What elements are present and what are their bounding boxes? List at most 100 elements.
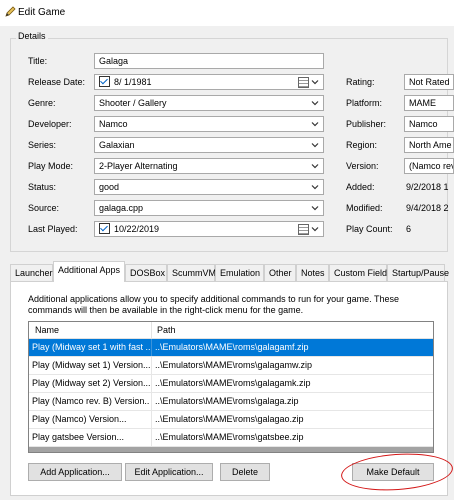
chevron-down-icon[interactable] — [310, 77, 320, 87]
list-item[interactable]: Play (Namco rev. B) Version... ..\Emulat… — [29, 393, 433, 411]
last-played-picker[interactable]: 10/22/2019 — [94, 221, 324, 237]
chevron-down-icon[interactable] — [310, 119, 320, 129]
app-path: ..\Emulators\MAME\roms\galagamf.zip — [155, 342, 309, 352]
app-name: Play (Namco rev. B) Version... — [32, 396, 150, 406]
calendar-icon — [298, 224, 309, 235]
modified-value: 9/4/2018 2 — [406, 203, 449, 213]
publisher-label: Publisher: — [346, 119, 387, 129]
developer-value: Namco — [99, 119, 128, 129]
additional-apps-description: Additional applications allow you to spe… — [28, 294, 400, 315]
cell-divider — [151, 429, 152, 446]
last-played-label: Last Played: — [28, 224, 78, 234]
developer-combobox[interactable]: Namco — [94, 116, 324, 132]
list-item[interactable]: Play (Midway set 1) Version... ..\Emulat… — [29, 357, 433, 375]
app-path: ..\Emulators\MAME\roms\galagao.zip — [155, 414, 304, 424]
platform-combobox[interactable]: MAME — [404, 95, 454, 111]
app-path: ..\Emulators\MAME\roms\galagamk.zip — [155, 378, 311, 388]
rating-combobox[interactable]: Not Rated — [404, 74, 454, 90]
cell-divider — [151, 411, 152, 428]
details-group-label: Details — [16, 31, 48, 41]
delete-button[interactable]: Delete — [220, 463, 270, 481]
source-combobox[interactable]: galaga.cpp — [94, 200, 324, 216]
app-name: Play gatsbee Version... — [32, 432, 125, 442]
cell-divider — [151, 393, 152, 410]
app-name: Play (Midway set 2) Version... — [32, 378, 150, 388]
added-label: Added: — [346, 182, 375, 192]
tab-dosbox[interactable]: DOSBox — [125, 264, 167, 281]
developer-label: Developer: — [28, 119, 72, 129]
genre-value: Shooter / Gallery — [99, 98, 167, 108]
list-item[interactable]: Play (Namco) Version... ..\Emulators\MAM… — [29, 411, 433, 429]
tab-other[interactable]: Other — [264, 264, 296, 281]
rating-label: Rating: — [346, 77, 375, 87]
version-label: Version: — [346, 161, 379, 171]
release-date-label: Release Date: — [28, 77, 86, 87]
tab-additional-apps[interactable]: Additional Apps — [53, 261, 125, 282]
tab-scummvm[interactable]: ScummVM — [167, 264, 216, 281]
tab-notes[interactable]: Notes — [296, 264, 329, 281]
play-count-value: 6 — [406, 224, 412, 234]
column-header-name[interactable]: Name — [35, 325, 59, 335]
title-field[interactable]: Galaga — [94, 53, 324, 69]
app-path: ..\Emulators\MAME\roms\galaga.zip — [155, 396, 299, 406]
tab-emulation[interactable]: Emulation — [215, 264, 264, 281]
tab-launcher[interactable]: Launcher — [10, 264, 53, 281]
publisher-combobox[interactable]: Namco — [404, 116, 454, 132]
series-value: Galaxian — [99, 140, 135, 150]
app-name: Play (Midway set 1 with fast ... — [32, 342, 150, 352]
play-mode-label: Play Mode: — [28, 161, 74, 171]
list-item[interactable]: Play gatsbee Version... ..\Emulators\MAM… — [29, 429, 433, 447]
version-combobox[interactable]: (Namco rev — [404, 158, 454, 174]
cell-divider — [151, 339, 152, 356]
chevron-down-icon[interactable] — [310, 140, 320, 150]
added-value: 9/2/2018 1 — [406, 182, 449, 192]
chevron-down-icon[interactable] — [310, 224, 320, 234]
series-combobox[interactable]: Galaxian — [94, 137, 324, 153]
app-name: Play (Namco) Version... — [32, 414, 127, 424]
column-divider[interactable] — [151, 322, 152, 339]
last-played-checkbox[interactable] — [99, 223, 110, 235]
platform-label: Platform: — [346, 98, 383, 108]
region-combobox[interactable]: North Ame — [404, 137, 454, 153]
source-label: Source: — [28, 203, 60, 213]
window-title: Edit Game — [18, 7, 66, 18]
list-header: Name Path — [29, 322, 433, 339]
status-combobox[interactable]: good — [94, 179, 324, 195]
chevron-down-icon[interactable] — [310, 203, 320, 213]
series-label: Series: — [28, 140, 57, 150]
list-item[interactable]: Play (Midway set 1 with fast ... ..\Emul… — [29, 339, 433, 357]
source-value: galaga.cpp — [99, 203, 144, 213]
release-date-value: 8/ 1/1981 — [114, 77, 152, 87]
title-label: Title: — [28, 56, 48, 66]
tab-startup-pause[interactable]: Startup/Pause — [387, 264, 449, 281]
cell-divider — [151, 375, 152, 392]
status-label: Status: — [28, 182, 57, 192]
pencil-icon — [5, 6, 16, 17]
genre-combobox[interactable]: Shooter / Gallery — [94, 95, 324, 111]
modified-label: Modified: — [346, 203, 383, 213]
release-date-checkbox[interactable] — [99, 76, 110, 88]
chevron-down-icon[interactable] — [310, 161, 320, 171]
column-header-path[interactable]: Path — [157, 325, 176, 335]
title-bar: Edit Game — [0, 0, 454, 26]
play-mode-combobox[interactable]: 2-Player Alternating — [94, 158, 324, 174]
app-name: Play (Midway set 1) Version... — [32, 360, 150, 370]
release-date-picker[interactable]: 8/ 1/1981 — [94, 74, 324, 90]
play-mode-value: 2-Player Alternating — [99, 161, 178, 171]
add-application-button[interactable]: Add Application... — [28, 463, 122, 481]
genre-label: Genre: — [28, 98, 56, 108]
cell-divider — [151, 357, 152, 374]
chevron-down-icon[interactable] — [310, 98, 320, 108]
app-path: ..\Emulators\MAME\roms\galagamw.zip — [155, 360, 313, 370]
list-item[interactable]: Play (Midway set 2) Version... ..\Emulat… — [29, 375, 433, 393]
edit-application-button[interactable]: Edit Application... — [125, 463, 213, 481]
last-played-value: 10/22/2019 — [114, 224, 160, 234]
region-label: Region: — [346, 140, 378, 150]
chevron-down-icon[interactable] — [310, 182, 320, 192]
tab-custom-fields[interactable]: Custom Fields — [329, 264, 392, 281]
calendar-icon — [298, 77, 309, 88]
play-count-label: Play Count: — [346, 224, 393, 234]
app-path: ..\Emulators\MAME\roms\gatsbee.zip — [155, 432, 304, 442]
status-value: good — [99, 182, 120, 192]
applications-list[interactable]: Name Path Play (Midway set 1 with fast .… — [28, 321, 434, 453]
